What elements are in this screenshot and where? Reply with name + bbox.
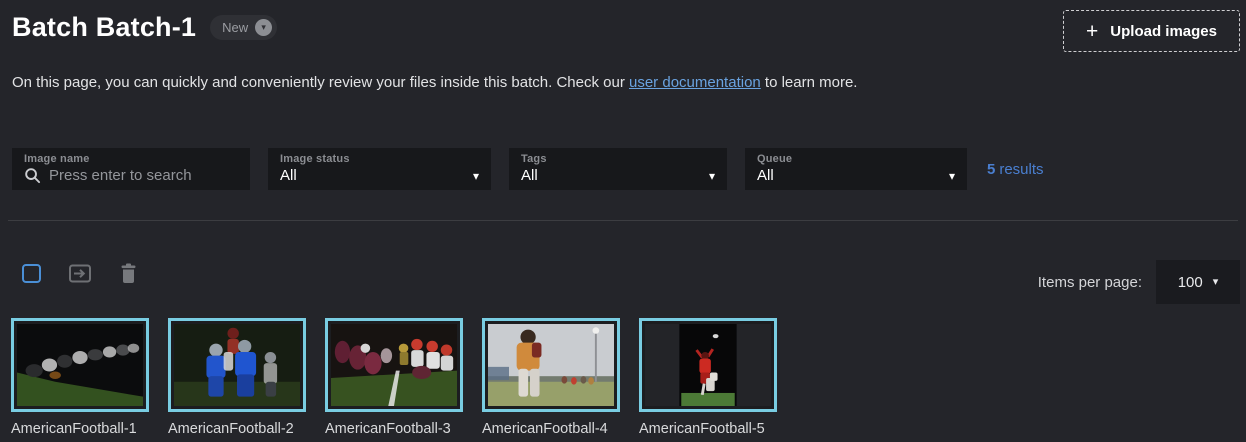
chevron-down-icon: ▾ xyxy=(948,168,955,183)
image-status-label: Image status xyxy=(280,153,350,165)
chevron-down-icon[interactable]: ▾ xyxy=(255,19,273,36)
chevron-down-icon: ▾ xyxy=(1212,275,1219,288)
page-header: Batch Batch-1 New ▾ + Upload images xyxy=(12,8,1240,52)
status-badge-label: New xyxy=(222,20,249,35)
tags-label: Tags xyxy=(521,153,547,165)
divider xyxy=(8,220,1238,221)
user-documentation-link[interactable]: user documentation xyxy=(629,74,761,91)
chevron-down-icon: ▾ xyxy=(708,168,715,183)
page-description: On this page, you can quickly and conven… xyxy=(12,74,857,91)
status-badge[interactable]: New ▾ xyxy=(210,15,278,40)
image-status-value: All xyxy=(280,167,297,184)
thumbnail-image xyxy=(645,324,771,406)
select-all-checkbox[interactable] xyxy=(22,264,41,283)
move-to-queue-icon[interactable] xyxy=(68,263,92,284)
thumbnail-football-4[interactable] xyxy=(482,318,620,412)
tags-dropdown[interactable]: Tags All ▾ xyxy=(509,148,727,190)
upload-images-label: Upload images xyxy=(1110,22,1217,40)
image-name-filter-label: Image name xyxy=(24,153,90,165)
tags-value: All xyxy=(521,167,538,184)
queue-label: Queue xyxy=(757,153,793,165)
trash-icon[interactable] xyxy=(119,263,138,284)
queue-value: All xyxy=(757,167,774,184)
image-name-label: AmericanFootball-1 xyxy=(11,421,137,437)
thumbnail-football-2[interactable] xyxy=(168,318,306,412)
thumbnail-image xyxy=(174,324,300,406)
image-gallery: AmericanFootball-1 AmericanFootball-2 Am… xyxy=(11,318,777,437)
results-count: 5 results xyxy=(987,161,1044,178)
gallery-item: AmericanFootball-1 xyxy=(11,318,149,437)
search-input[interactable] xyxy=(49,167,229,184)
results-count-label: results xyxy=(999,160,1044,178)
image-name-label: AmericanFootball-3 xyxy=(325,421,451,437)
image-name-label: AmericanFootball-2 xyxy=(168,421,294,437)
image-status-dropdown[interactable]: Image status All ▾ xyxy=(268,148,491,190)
chevron-down-icon: ▾ xyxy=(472,168,479,183)
items-per-page-label: Items per page: xyxy=(1037,273,1142,291)
items-per-page: Items per page: 100 ▾ xyxy=(1038,260,1240,304)
gallery-item: AmericanFootball-2 xyxy=(168,318,306,437)
selection-toolbar xyxy=(22,263,138,284)
thumbnail-image xyxy=(17,324,143,406)
gallery-item: AmericanFootball-3 xyxy=(325,318,463,437)
description-text-before: On this page, you can quickly and conven… xyxy=(12,74,629,91)
gallery-item: AmericanFootball-5 xyxy=(639,318,777,437)
upload-images-button[interactable]: + Upload images xyxy=(1063,10,1240,52)
items-per-page-select[interactable]: 100 ▾ xyxy=(1156,260,1240,304)
description-text-after: to learn more. xyxy=(760,74,858,91)
thumbnail-football-5[interactable] xyxy=(639,318,777,412)
queue-dropdown[interactable]: Queue All ▾ xyxy=(745,148,967,190)
thumbnail-image xyxy=(331,324,457,406)
title-group: Batch Batch-1 New ▾ xyxy=(12,12,278,43)
image-name-label: AmericanFootball-5 xyxy=(639,421,765,437)
page-title: Batch Batch-1 xyxy=(12,12,197,42)
plus-icon: + xyxy=(1086,19,1099,43)
thumbnail-football-3[interactable] xyxy=(325,318,463,412)
results-count-number: 5 xyxy=(987,160,996,178)
thumbnail-image xyxy=(488,324,614,406)
filter-bar: Image name Image status All ▾ Tags All ▾… xyxy=(12,148,1044,190)
gallery-item: AmericanFootball-4 xyxy=(482,318,620,437)
image-name-filter: Image name xyxy=(12,148,250,190)
image-name-label: AmericanFootball-4 xyxy=(482,421,608,437)
search-icon xyxy=(24,167,41,184)
items-per-page-value: 100 xyxy=(1177,273,1203,291)
thumbnail-football-1[interactable] xyxy=(11,318,149,412)
